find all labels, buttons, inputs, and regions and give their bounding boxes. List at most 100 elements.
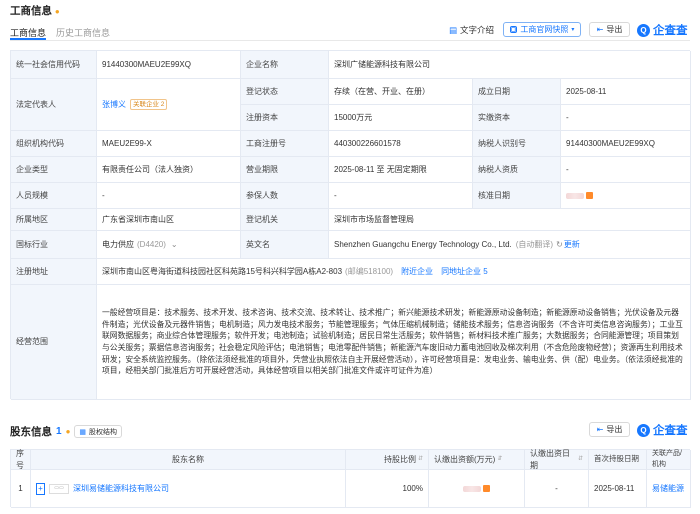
shareholder-name-link[interactable]: 深圳易储能源科技有限公司 bbox=[73, 483, 169, 495]
label-reg-capital: 注册资本 bbox=[241, 105, 329, 131]
export-button[interactable]: ⇤ 导出 bbox=[589, 22, 630, 37]
label-est-date: 成立日期 bbox=[473, 79, 561, 105]
related-product-link[interactable]: 易储能源 bbox=[652, 483, 684, 495]
value-insured-count: - bbox=[329, 183, 473, 209]
company-logo: ▭▭ bbox=[49, 483, 69, 494]
label-staff-size: 人员规模 bbox=[11, 183, 97, 209]
value-reg-capital: 15000万元 bbox=[329, 105, 473, 131]
col-first-date: 首次持股日期 bbox=[589, 450, 647, 470]
value-region: 广东省深圳市南山区 bbox=[97, 209, 241, 231]
qcc-logo-icon: Q bbox=[637, 423, 650, 437]
value-credit-code: 91440300MAEU2E99XQ bbox=[97, 51, 241, 79]
label-reg-no: 工商注册号 bbox=[241, 131, 329, 157]
refresh-icon[interactable]: ↻ bbox=[556, 239, 563, 251]
col-shareholder-name: 股东名称 bbox=[31, 450, 346, 470]
nearby-companies-link[interactable]: 附近企业 bbox=[401, 266, 433, 278]
bell-icon: ● bbox=[54, 7, 60, 16]
label-legal-rep: 法定代表人 bbox=[11, 79, 97, 131]
row-index: 1 bbox=[11, 470, 31, 508]
cell-amount bbox=[429, 470, 525, 508]
industry-code: (D4420) bbox=[137, 239, 166, 249]
col-date[interactable]: 认缴出资日期 ⇵ bbox=[525, 449, 589, 470]
cell-first-date: 2025-08-11 bbox=[589, 470, 647, 508]
value-industry[interactable]: 电力供应 (D4420) ⌄ bbox=[97, 231, 241, 259]
lock-icon[interactable] bbox=[586, 192, 593, 199]
tab-history-business-info[interactable]: 历史工商信息 bbox=[56, 26, 110, 39]
label-insured-count: 参保人数 bbox=[241, 183, 329, 209]
value-status: 存续（在营、开业、在册） bbox=[329, 79, 473, 105]
label-paid-capital: 实缴资本 bbox=[473, 105, 561, 131]
brand-logo: Q 企查查 bbox=[637, 22, 688, 38]
value-approval-date bbox=[561, 183, 691, 209]
same-address-link[interactable]: 同地址企业 5 bbox=[441, 266, 488, 278]
cell-ratio: 100% bbox=[346, 470, 429, 508]
col-index: 序号 bbox=[11, 449, 31, 470]
label-status: 登记状态 bbox=[241, 79, 329, 105]
bell-icon: ● bbox=[65, 427, 71, 436]
label-org-code: 组织机构代码 bbox=[11, 131, 97, 157]
label-taxpayer-id: 纳税人识别号 bbox=[473, 131, 561, 157]
blurred-value bbox=[566, 192, 584, 199]
value-company-type: 有限责任公司（法人独资） bbox=[97, 157, 241, 183]
value-staff-size: - bbox=[97, 183, 241, 209]
value-org-code: MAEU2E99-X bbox=[97, 131, 241, 157]
official-snapshot-button[interactable]: ▣ 工商官网快照 ▾ bbox=[503, 22, 581, 37]
document-icon: ▤ bbox=[449, 24, 458, 35]
label-credit-code: 统一社会信用代码 bbox=[11, 51, 97, 79]
industry-name: 电力供应 bbox=[102, 239, 134, 249]
label-region: 所属地区 bbox=[11, 209, 97, 231]
sort-icon: ⇵ bbox=[577, 456, 583, 463]
value-taxpayer-id: 91440300MAEU2E99XQ bbox=[561, 131, 691, 157]
shareholder-export-button[interactable]: ⇤ 导出 bbox=[589, 422, 630, 437]
update-link[interactable]: 更新 bbox=[564, 239, 580, 251]
equity-structure-button[interactable]: ▦ 股权结构 bbox=[74, 425, 123, 438]
structure-icon: ▦ bbox=[79, 428, 87, 436]
cell-related-product: 易储能源 bbox=[647, 470, 691, 508]
qcc-logo-icon: Q bbox=[637, 23, 650, 37]
value-business-scope: 一般经营项目是：技术服务、技术开发、技术咨询、技术交流、技术转让、技术推广；新兴… bbox=[97, 285, 691, 400]
shareholder-header: 股东信息 1 ● ▦ 股权结构 bbox=[10, 424, 123, 439]
value-english-name: Shenzhen Guangchu Energy Technology Co.,… bbox=[329, 231, 691, 259]
export-icon: ⇤ bbox=[596, 25, 604, 34]
value-address: 深圳市南山区粤海街道科技园社区科苑路15号科兴科学园A栋A2-803 (邮编51… bbox=[97, 259, 691, 285]
value-reg-no: 440300226601578 bbox=[329, 131, 473, 157]
label-authority: 登记机关 bbox=[241, 209, 329, 231]
business-info-table: 统一社会信用代码 91440300MAEU2E99XQ 企业名称 深圳广储能源科… bbox=[10, 50, 691, 400]
col-related-product: 关联产品/机构 bbox=[647, 450, 691, 470]
col-ratio[interactable]: 持股比例 ⇵ bbox=[346, 450, 429, 470]
brand-logo-2: Q 企查查 bbox=[637, 422, 688, 438]
col-amount[interactable]: 认缴出资额(万元) ⇵ bbox=[429, 450, 525, 470]
value-taxpayer-qualification: - bbox=[561, 157, 691, 183]
value-business-term: 2025-08-11 至 无固定期限 bbox=[329, 157, 473, 183]
export-icon: ⇤ bbox=[596, 425, 604, 434]
value-est-date: 2025-08-11 bbox=[561, 79, 691, 105]
table-row[interactable]: + ▭▭ 深圳易储能源科技有限公司 bbox=[31, 470, 346, 508]
label-english-name: 英文名 bbox=[241, 231, 329, 259]
blurred-value bbox=[463, 485, 481, 492]
cell-date: - bbox=[525, 470, 589, 508]
text-intro-link[interactable]: ▤ 文字介绍 bbox=[449, 24, 494, 36]
label-company-name: 企业名称 bbox=[241, 51, 329, 79]
value-company-name: 深圳广储能源科技有限公司 bbox=[329, 51, 691, 79]
lock-icon[interactable] bbox=[483, 485, 490, 492]
value-paid-capital: - bbox=[561, 105, 691, 131]
label-address: 注册地址 bbox=[11, 259, 97, 285]
shareholder-table: 序号 股东名称 持股比例 ⇵ 认缴出资额(万元) ⇵ 认缴出资日期 ⇵ 首次持股… bbox=[10, 449, 691, 508]
shareholder-count: 1 bbox=[56, 426, 62, 437]
label-business-term: 营业期限 bbox=[241, 157, 329, 183]
section-title: 工商信息 ● bbox=[10, 5, 60, 17]
expand-icon[interactable]: + bbox=[36, 482, 45, 495]
shareholder-title: 股东信息 bbox=[10, 426, 52, 438]
label-taxpayer-qualification: 纳税人资质 bbox=[473, 157, 561, 183]
value-legal-rep: 张博义 关联企业 2 bbox=[97, 79, 241, 131]
related-company-tag[interactable]: 关联企业 2 bbox=[130, 99, 168, 110]
chevron-down-icon: ⌄ bbox=[170, 239, 178, 249]
value-authority: 深圳市市场监督管理局 bbox=[329, 209, 691, 231]
label-company-type: 企业类型 bbox=[11, 157, 97, 183]
legal-rep-link[interactable]: 张博义 bbox=[102, 99, 126, 111]
tab-divider bbox=[10, 40, 690, 41]
label-industry: 国标行业 bbox=[11, 231, 97, 259]
sort-icon: ⇵ bbox=[497, 456, 503, 463]
sort-icon: ⇵ bbox=[417, 456, 423, 463]
chevron-down-icon: ▾ bbox=[571, 27, 575, 33]
